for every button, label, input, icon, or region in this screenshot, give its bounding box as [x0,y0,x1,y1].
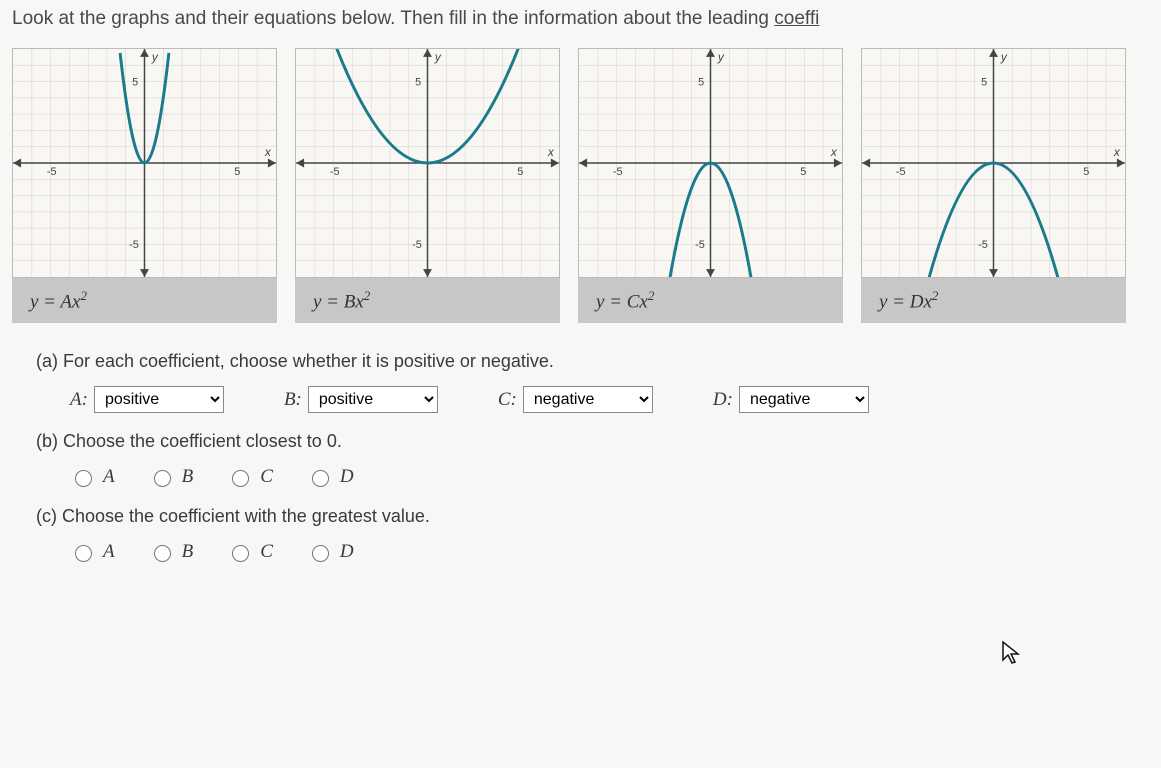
radio-c-a-input[interactable] [75,545,92,562]
coef-c-select[interactable]: positivenegative [523,386,653,413]
graph-svg-b: y x 5 -5 -5 5 [296,49,559,277]
coef-a-label: A: [70,389,88,411]
instruction-main: Look at the graphs and their equations b… [12,8,774,29]
svg-text:-5: -5 [330,166,340,178]
graph-area-c: y x 5 -5 -5 5 [578,48,843,278]
graph-card-a: y x 5 -5 -5 5 y = Ax2 [12,48,277,323]
radio-b-a-input[interactable] [75,470,92,487]
radio-c-d[interactable]: D [307,541,354,563]
svg-text:y: y [151,50,159,64]
graph-area-b: y x 5 -5 -5 5 [295,48,560,278]
svg-text:x: x [264,145,272,159]
svg-text:-5: -5 [47,166,57,178]
svg-text:-5: -5 [695,239,705,251]
graph-card-c: y x 5 -5 -5 5 y = Cx2 [578,48,843,323]
radio-b-b-input[interactable] [154,470,171,487]
svg-text:-5: -5 [412,239,422,251]
radio-b-b[interactable]: B [149,466,194,488]
radio-b-d[interactable]: D [307,466,354,488]
svg-text:5: 5 [1083,166,1089,178]
graph-svg-d: y x 5 -5 -5 5 [862,49,1125,277]
graph-card-b: y x 5 -5 -5 5 y = Bx2 [295,48,560,323]
svg-text:-5: -5 [129,239,139,251]
coef-a: A: positivenegative [70,386,224,413]
svg-text:5: 5 [981,77,987,89]
part-a-prompt: (a) For each coefficient, choose whether… [36,351,1149,372]
svg-text:5: 5 [698,77,704,89]
radio-c-b[interactable]: B [149,541,194,563]
part-b-row: A B C D [70,466,1149,488]
svg-text:5: 5 [234,166,240,178]
coef-c: C: positivenegative [498,386,653,413]
radio-b-c-input[interactable] [232,470,249,487]
coef-d-select[interactable]: positivenegative [739,386,869,413]
graph-card-d: y x 5 -5 -5 5 y = Dx2 [861,48,1126,323]
part-c-prompt: (c) Choose the coefficient with the grea… [36,506,1149,527]
svg-text:5: 5 [517,166,523,178]
svg-text:x: x [1113,145,1121,159]
radio-c-c[interactable]: C [227,541,273,563]
part-b-prompt: (b) Choose the coefficient closest to 0. [36,431,1149,452]
coef-a-select[interactable]: positivenegative [94,386,224,413]
radio-b-a-label: A [103,466,115,488]
radio-b-c[interactable]: C [227,466,273,488]
part-a-row: A: positivenegative B: positivenegative … [70,386,1149,413]
svg-text:x: x [547,145,555,159]
equation-d: y = Dx2 [861,278,1126,323]
graph-svg-c: y x 5 -5 -5 5 [579,49,842,277]
radio-c-c-label: C [260,541,273,563]
graph-area-d: y x 5 -5 -5 5 [861,48,1126,278]
radio-c-d-label: D [340,541,354,563]
equation-b-text: y = Bx [313,291,364,312]
radio-b-d-label: D [340,466,354,488]
radio-b-a[interactable]: A [70,466,115,488]
svg-text:5: 5 [415,77,421,89]
radio-c-b-input[interactable] [154,545,171,562]
radio-c-b-label: B [182,541,194,563]
equation-b: y = Bx2 [295,278,560,323]
coef-d-label: D: [713,389,733,411]
coef-b: B: positivenegative [284,386,438,413]
svg-text:-5: -5 [978,239,988,251]
equation-c-sup: 2 [648,288,655,303]
equation-c: y = Cx2 [578,278,843,323]
coef-b-label: B: [284,389,302,411]
svg-text:-5: -5 [613,166,623,178]
radio-b-c-label: C [260,466,273,488]
svg-text:5: 5 [800,166,806,178]
radio-c-a-label: A [103,541,115,563]
radio-b-b-label: B [182,466,194,488]
radio-c-a[interactable]: A [70,541,115,563]
svg-text:y: y [434,50,442,64]
equation-c-text: y = Cx [596,291,648,312]
graph-svg-a: y x 5 -5 -5 5 [13,49,276,277]
coef-d: D: positivenegative [713,386,869,413]
equation-a-text: y = Ax [30,291,80,312]
svg-text:x: x [830,145,838,159]
equation-a: y = Ax2 [12,278,277,323]
equation-d-text: y = Dx [879,291,932,312]
cursor-icon [1001,640,1021,666]
svg-text:5: 5 [132,77,138,89]
svg-text:-5: -5 [896,166,906,178]
radio-b-d-input[interactable] [312,470,329,487]
part-c-row: A B C D [70,541,1149,563]
equation-d-sup: 2 [932,288,939,303]
coef-c-label: C: [498,389,517,411]
svg-text:y: y [717,50,725,64]
equation-b-sup: 2 [364,288,371,303]
svg-text:y: y [1000,50,1008,64]
instruction-text: Look at the graphs and their equations b… [12,8,1149,30]
instruction-underlined: coeffi [774,8,819,29]
radio-c-d-input[interactable] [312,545,329,562]
graphs-row: y x 5 -5 -5 5 y = Ax2 [12,48,1149,323]
radio-c-c-input[interactable] [232,545,249,562]
graph-area-a: y x 5 -5 -5 5 [12,48,277,278]
equation-a-sup: 2 [80,288,87,303]
coef-b-select[interactable]: positivenegative [308,386,438,413]
